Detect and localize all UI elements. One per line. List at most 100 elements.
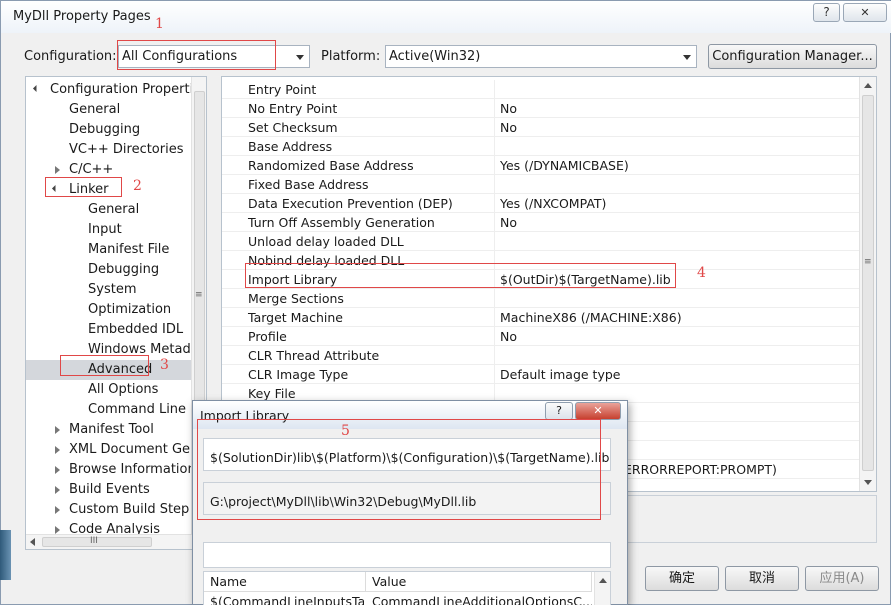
tree-item-input[interactable]: Input xyxy=(88,220,122,240)
tree-item-linker-debugging[interactable]: Debugging xyxy=(88,260,159,280)
description-pane xyxy=(621,495,877,543)
configuration-label: Configuration: xyxy=(24,49,117,64)
scroll-up-icon[interactable] xyxy=(864,83,872,88)
tree-item-vc-directories[interactable]: VC++ Directories xyxy=(69,140,184,160)
tree-item-debugging[interactable]: Debugging xyxy=(69,120,140,140)
property-value: Yes (/DYNAMICBASE) xyxy=(500,158,629,173)
taskbar-edge xyxy=(0,530,11,580)
grid-scroll-thumb[interactable] xyxy=(862,95,874,471)
help-icon: ? xyxy=(823,5,830,19)
property-value: No xyxy=(500,329,517,344)
grid-row-clr-thread[interactable]: CLR Thread Attribute xyxy=(222,346,859,365)
apply-button[interactable]: 应用(A) xyxy=(805,566,879,591)
scroll-up-icon[interactable] xyxy=(599,578,607,583)
platform-select[interactable]: Active(Win32) xyxy=(385,45,697,68)
cancel-button[interactable]: 取消 xyxy=(725,566,799,591)
grid-row-fixed-base-address[interactable]: Fixed Base Address xyxy=(222,175,859,194)
grid-row-no-entry-point[interactable]: No Entry Point No xyxy=(222,99,859,118)
tree-item-label: Configuration Properties xyxy=(50,82,207,97)
tree-item-all-options[interactable]: All Options xyxy=(88,380,158,400)
macro-table[interactable]: Name Value $(CommandLineInputsTar... Com… xyxy=(203,571,611,605)
tree-item-embedded-idl[interactable]: Embedded IDL xyxy=(88,320,183,340)
tree-collapsed-icon xyxy=(55,506,60,514)
tree-item-linker-general[interactable]: General xyxy=(88,200,139,220)
window-title: MyDll Property Pages xyxy=(13,9,151,24)
tree-collapsed-icon xyxy=(55,466,60,474)
grid-row-set-checksum[interactable]: Set Checksum No xyxy=(222,118,859,137)
annotation-number-5: 5 xyxy=(341,423,350,439)
tree-item-label: Custom Build Step xyxy=(69,502,190,517)
property-name: Fixed Base Address xyxy=(248,177,369,192)
macro-filter-input[interactable] xyxy=(203,542,611,568)
column-header-name[interactable]: Name xyxy=(204,572,366,592)
property-name: Profile xyxy=(248,329,287,344)
property-name: Base Address xyxy=(248,139,333,154)
annotation-box-5 xyxy=(197,419,601,520)
property-name: Unload delay loaded DLL xyxy=(248,234,404,249)
platform-label: Platform: xyxy=(321,49,381,64)
ok-button[interactable]: 确定 xyxy=(645,566,719,591)
tree-item-configuration-properties[interactable]: Configuration Properties xyxy=(26,80,206,100)
annotation-number-2: 2 xyxy=(133,178,142,194)
annotation-box-3 xyxy=(60,355,149,376)
grid-row-unload-delay[interactable]: Unload delay loaded DLL xyxy=(222,232,859,251)
scroll-down-icon[interactable] xyxy=(864,480,872,485)
title-bar[interactable]: MyDll Property Pages ? ✕ xyxy=(1,1,891,33)
close-icon: ✕ xyxy=(593,404,603,417)
property-name: Turn Off Assembly Generation xyxy=(248,215,435,230)
tree-item-manifest-file[interactable]: Manifest File xyxy=(88,240,169,260)
grid-row-entry-point[interactable]: Entry Point xyxy=(222,80,859,99)
chevron-down-icon xyxy=(683,55,691,60)
grid-row-dep[interactable]: Data Execution Prevention (DEP) Yes (/NXC… xyxy=(222,194,859,213)
tree-item-general[interactable]: General xyxy=(69,100,120,120)
annotation-number-3: 3 xyxy=(160,357,169,373)
tree-collapsed-icon xyxy=(55,166,60,174)
dialog-help-button[interactable]: ? xyxy=(545,402,573,420)
property-tree[interactable]: Configuration Properties General Debuggi… xyxy=(25,76,207,550)
grid-vertical-scrollbar[interactable]: ≡ xyxy=(859,77,876,491)
grip-icon: ≡ xyxy=(864,257,872,267)
help-button[interactable]: ? xyxy=(813,3,840,22)
property-name: Entry Point xyxy=(248,82,317,97)
property-name: Merge Sections xyxy=(248,291,344,306)
configuration-manager-button[interactable]: Configuration Manager... xyxy=(708,44,877,69)
scroll-left-icon[interactable] xyxy=(30,538,35,546)
property-value: No xyxy=(500,215,517,230)
property-value: MachineX86 (/MACHINE:X86) xyxy=(500,310,682,325)
grid-row-base-address[interactable]: Base Address xyxy=(222,137,859,156)
grid-row-profile[interactable]: Profile No xyxy=(222,327,859,346)
property-value: No xyxy=(500,120,517,135)
annotation-number-1: 1 xyxy=(155,16,164,32)
dialog-close-button[interactable]: ✕ xyxy=(575,402,621,420)
tree-item-system[interactable]: System xyxy=(88,280,136,300)
grid-row-target-machine[interactable]: Target Machine MachineX86 (/MACHINE:X86) xyxy=(222,308,859,327)
tree-item-optimization[interactable]: Optimization xyxy=(88,300,171,320)
platform-value: Active(Win32) xyxy=(389,49,481,64)
tree-item-label: Browse Information xyxy=(69,462,196,477)
tree-item-label: XML Document Generator xyxy=(69,442,207,457)
grid-row-randomized-base-address[interactable]: Randomized Base Address Yes (/DYNAMICBASE… xyxy=(222,156,859,175)
annotation-box-1 xyxy=(117,40,276,70)
property-name: Set Checksum xyxy=(248,120,338,135)
tree-item-label: Manifest Tool xyxy=(69,422,154,437)
property-name: Target Machine xyxy=(248,310,343,325)
annotation-number-4: 4 xyxy=(697,265,706,281)
macro-table-scrollbar[interactable] xyxy=(594,572,610,605)
grip-icon: ≡ xyxy=(195,290,203,300)
tree-item-command-line[interactable]: Command Line xyxy=(88,400,186,420)
property-name: Data Execution Prevention (DEP) xyxy=(248,196,453,211)
property-name: Key File xyxy=(248,386,296,401)
annotation-box-2 xyxy=(45,177,122,197)
property-name: CLR Thread Attribute xyxy=(248,348,380,363)
macro-value-cell: CommandLineAdditionalOptionsC... xyxy=(372,594,592,605)
close-button[interactable]: ✕ xyxy=(843,3,887,22)
grid-row-turn-off-assembly[interactable]: Turn Off Assembly Generation No xyxy=(222,213,859,232)
grid-row-clr-image-type[interactable]: CLR Image Type Default image type xyxy=(222,365,859,384)
grid-row-merge-sections[interactable]: Merge Sections xyxy=(222,289,859,308)
column-header-value[interactable]: Value xyxy=(366,572,592,592)
property-value: No xyxy=(500,101,517,116)
property-value: ERRORREPORT:PROMPT) xyxy=(624,462,777,477)
tree-horizontal-scrollbar[interactable]: III xyxy=(26,534,206,549)
property-name: No Entry Point xyxy=(248,101,338,116)
macro-name-cell: $(CommandLineInputsTar... xyxy=(210,594,364,605)
